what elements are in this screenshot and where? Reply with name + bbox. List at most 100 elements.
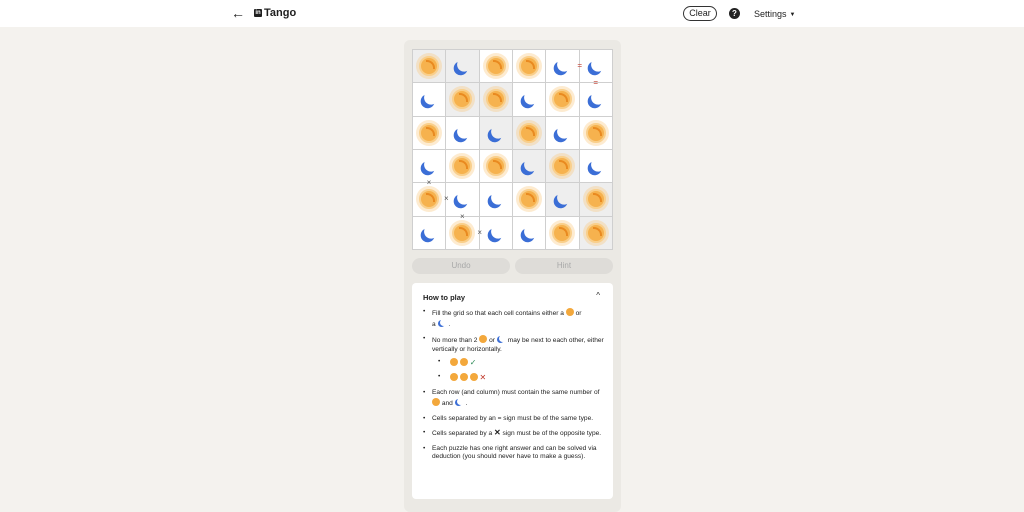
sun-icon	[552, 156, 573, 177]
board-cell[interactable]	[579, 183, 612, 216]
board-cell[interactable]	[579, 116, 612, 149]
back-arrow-icon[interactable]: ←	[231, 6, 245, 20]
rule-text: or	[575, 310, 582, 317]
board-cell[interactable]	[512, 216, 546, 249]
cross-sign-icon: ×	[443, 194, 449, 204]
sun-icon	[485, 56, 506, 77]
board-cell[interactable]	[579, 149, 612, 183]
board-cell[interactable]	[413, 216, 446, 249]
sun-icon	[485, 89, 506, 110]
board-cell[interactable]: =	[546, 50, 582, 83]
moon-icon	[590, 157, 606, 173]
board-cell[interactable]	[546, 183, 579, 216]
cross-icon: ✕	[479, 373, 487, 383]
sun-icon	[452, 222, 473, 243]
board-cell[interactable]	[579, 83, 612, 116]
board-cell[interactable]	[512, 183, 546, 216]
board-cell[interactable]	[512, 50, 546, 83]
sun-icon	[419, 189, 440, 210]
sun-icon	[585, 189, 606, 210]
moon-icon	[523, 223, 539, 239]
moon-icon	[490, 223, 506, 239]
moon-icon	[490, 123, 506, 139]
sun-icon	[485, 156, 506, 177]
rule-text: .	[448, 320, 451, 328]
rule-item: No more than 2 or may be next to each ot…	[423, 335, 605, 383]
sun-icon	[585, 122, 606, 143]
sun-icon	[585, 222, 606, 243]
rule-text: No more than 2	[432, 337, 478, 345]
board-cell[interactable]	[512, 149, 546, 183]
help-icon[interactable]: ?	[729, 8, 740, 19]
moon-icon	[423, 157, 439, 173]
board-cell[interactable]	[446, 149, 479, 183]
sun-icon	[519, 189, 540, 210]
board-cell[interactable]	[512, 83, 546, 116]
moon-icon	[440, 319, 447, 326]
sun-icon	[552, 89, 573, 110]
check-icon: ✓	[469, 358, 477, 368]
board-cell[interactable]	[479, 50, 512, 83]
moon-icon	[590, 57, 606, 73]
chevron-up-icon[interactable]: ^	[596, 292, 600, 300]
sun-icon	[552, 222, 573, 243]
hint-button[interactable]: Hint	[515, 258, 613, 274]
rule-text: .	[465, 399, 468, 407]
page-title: Tango	[264, 7, 297, 19]
board-cell[interactable]	[479, 116, 512, 149]
board-cell[interactable]	[446, 50, 479, 83]
board-cell[interactable]: ×	[446, 183, 479, 220]
rule-text: Each row (and column) must contain the s…	[432, 389, 600, 397]
sun-icon	[450, 373, 458, 382]
sun-icon	[452, 89, 473, 110]
top-bar: ← in Tango Clear ? Settings ▼	[0, 0, 1024, 27]
cross-sign-icon: ×	[477, 227, 482, 237]
sun-icon	[432, 397, 440, 406]
moon-icon	[556, 57, 572, 73]
board-cell[interactable]	[413, 83, 446, 116]
moon-icon	[556, 190, 572, 206]
board-cell[interactable]	[446, 83, 479, 116]
rule-text: a	[432, 320, 436, 328]
example-valid: ✓	[438, 358, 605, 368]
board-cell[interactable]	[479, 83, 512, 116]
board-cell[interactable]	[413, 50, 446, 83]
board-cell[interactable]	[479, 149, 512, 183]
board-cell[interactable]	[446, 116, 479, 149]
sun-icon	[459, 373, 468, 382]
rule-item: Fill the grid so that each cell contains…	[423, 308, 605, 329]
chevron-down-icon: ▼	[789, 12, 796, 18]
equal-sign-icon: =	[577, 61, 582, 70]
rule-text: Cells separated by a	[432, 430, 493, 438]
moon-icon	[499, 335, 506, 342]
settings-menu[interactable]: Settings ▼	[754, 9, 795, 22]
board-cell[interactable]	[479, 216, 512, 249]
sun-icon	[419, 56, 440, 77]
undo-button[interactable]: Undo	[412, 258, 510, 274]
moon-icon	[490, 190, 506, 206]
moon-icon	[423, 90, 439, 106]
board-cell[interactable]: ×	[413, 183, 449, 216]
board-cell[interactable]: =	[579, 50, 612, 87]
sun-icon	[459, 358, 468, 367]
board-cell[interactable]	[546, 116, 579, 149]
moon-icon	[590, 90, 606, 106]
board-cell[interactable]: ×	[446, 216, 482, 249]
rule-text: Fill the grid so that each cell contains…	[432, 310, 564, 317]
clear-button[interactable]: Clear	[683, 6, 717, 21]
moon-icon	[457, 398, 464, 405]
sun-icon	[419, 122, 440, 143]
board-cell[interactable]	[479, 183, 512, 216]
board-cell[interactable]	[512, 116, 546, 149]
board-cell[interactable]	[579, 216, 612, 249]
board-cell[interactable]	[546, 216, 579, 249]
rule-item: Each puzzle has one right answer and can…	[423, 445, 605, 462]
board-cell[interactable]	[546, 149, 579, 183]
rule-text: Cells separated by an = sign must be of …	[432, 414, 594, 422]
board-cell[interactable]	[413, 116, 446, 149]
rule-item: Each row (and column) must contain the s…	[423, 389, 605, 408]
board-cell[interactable]: ×	[413, 149, 446, 187]
board-cell[interactable]	[546, 83, 579, 116]
how-to-play-card: How to play ^ Fill the grid so that each…	[412, 283, 613, 499]
rule-item: Cells separated by a ✕ sign must be of t…	[423, 428, 605, 439]
